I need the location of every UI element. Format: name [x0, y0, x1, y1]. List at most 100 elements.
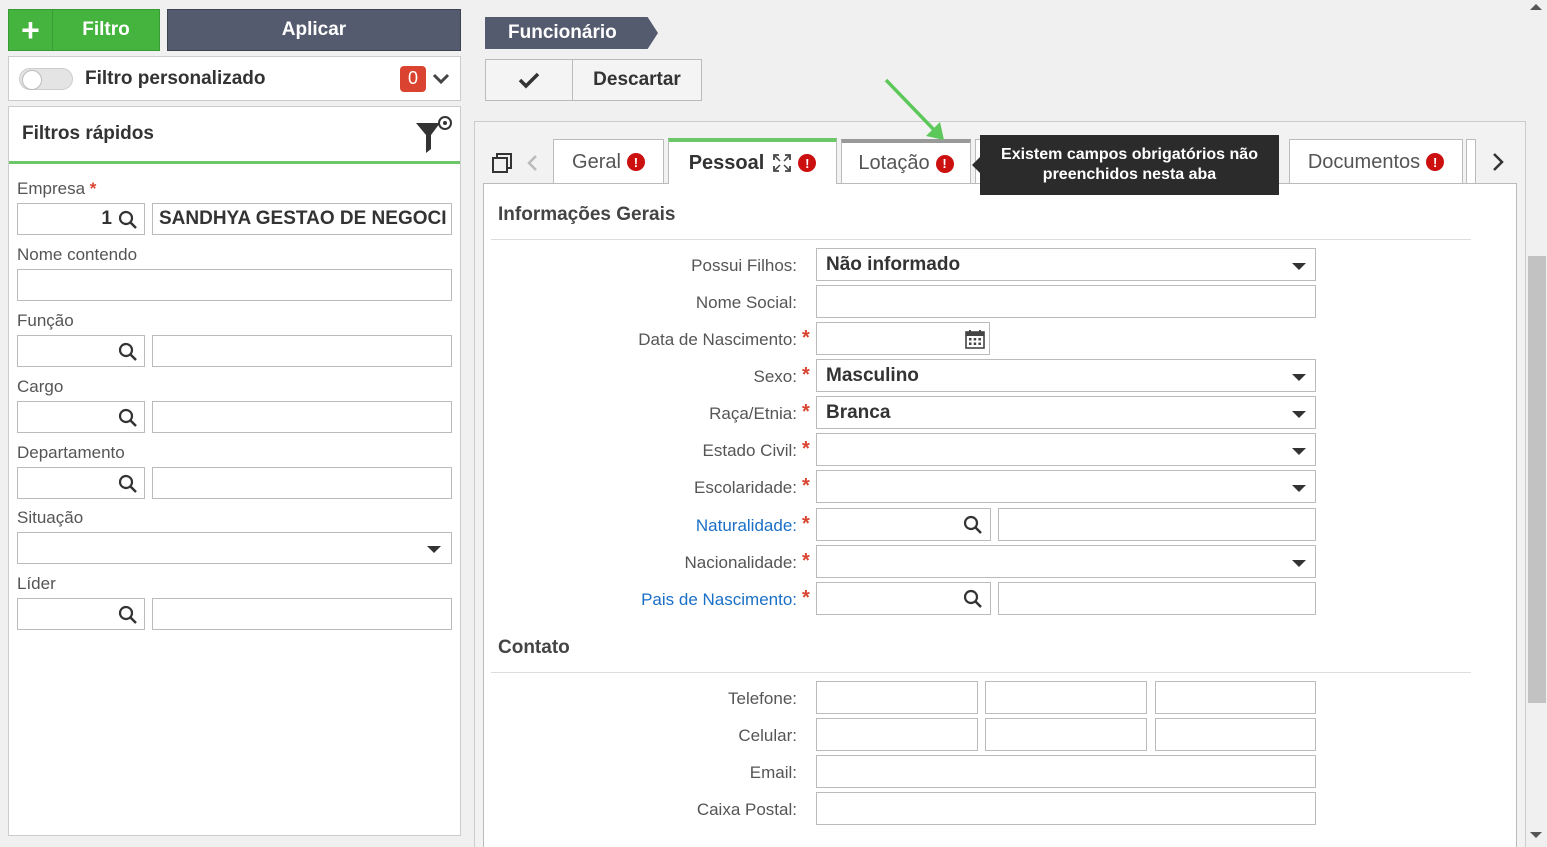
nome-contendo-input[interactable]: [17, 269, 452, 301]
telefone-ddd-input[interactable]: [985, 681, 1147, 714]
required-fields-tooltip: Existem campos obrigatórios não preenchi…: [972, 135, 1279, 195]
telefone-label: Telefone:: [728, 689, 797, 708]
departamento-label: Departamento: [17, 443, 125, 462]
empresa-code: 1: [101, 208, 112, 229]
sexo-value: Masculino: [826, 365, 919, 386]
quick-filters-title: Filtros rápidos: [22, 123, 154, 144]
situacao-select[interactable]: [17, 532, 452, 564]
tab-geral-label: Geral: [572, 150, 621, 173]
copy-icon[interactable]: [492, 153, 512, 173]
empresa-code-input[interactable]: 1: [17, 203, 145, 235]
funcao-code-input[interactable]: [17, 335, 145, 367]
tab-pessoal-label: Pessoal: [688, 151, 765, 174]
discard-button[interactable]: Descartar: [572, 59, 702, 101]
raca-select[interactable]: Branca: [816, 396, 1316, 429]
naturalidade-code-input[interactable]: [816, 508, 991, 541]
data-nascimento-label: Data de Nascimento:: [638, 330, 797, 349]
possui-filhos-value: Não informado: [826, 254, 961, 275]
add-filter-button[interactable]: + Filtro: [8, 9, 160, 51]
check-icon: [518, 72, 540, 89]
caixa-postal-input[interactable]: [816, 792, 1316, 825]
nome-contendo-label: Nome contendo: [17, 245, 138, 264]
possui-filhos-select[interactable]: Não informado: [816, 248, 1316, 281]
apply-button[interactable]: Aplicar: [167, 9, 461, 51]
error-icon: !: [1426, 153, 1445, 171]
info-gerais-title: Informações Gerais: [498, 204, 676, 225]
departamento-code-input[interactable]: [17, 467, 145, 499]
custom-filter-label: Filtro personalizado: [85, 67, 266, 89]
required-mark: *: [802, 401, 810, 423]
email-input[interactable]: [816, 755, 1316, 788]
caret-down-icon: [1292, 448, 1306, 455]
caret-down-icon: [1292, 485, 1306, 492]
escolaridade-select[interactable]: [816, 470, 1316, 503]
email-label: Email:: [749, 763, 797, 782]
pais-nascimento-code-input[interactable]: [816, 582, 991, 615]
departamento-name-input[interactable]: [152, 467, 452, 499]
contato-title: Contato: [498, 637, 570, 658]
scroll-up-icon[interactable]: [1530, 4, 1542, 10]
filter-settings-icon[interactable]: [414, 115, 452, 155]
custom-filter-count-badge: 0: [400, 65, 426, 92]
nacionalidade-label: Nacionalidade:: [684, 553, 797, 572]
confirm-button[interactable]: [485, 59, 573, 101]
pais-nascimento-name-input[interactable]: [998, 582, 1316, 615]
search-icon[interactable]: [118, 408, 138, 428]
tab-controls: [492, 153, 537, 173]
annotation-arrow: [884, 78, 944, 140]
celular-ddi-input[interactable]: [816, 718, 978, 751]
required-mark: *: [802, 475, 810, 497]
chevron-left-icon[interactable]: [527, 155, 537, 171]
nome-social-input[interactable]: [816, 285, 1316, 318]
search-icon[interactable]: [963, 515, 983, 535]
raca-value: Branca: [826, 402, 891, 423]
tab-pessoal[interactable]: Pessoal !: [668, 138, 837, 184]
lider-code-input[interactable]: [17, 598, 145, 630]
estado-civil-label: Estado Civil:: [702, 441, 797, 460]
pais-nascimento-link[interactable]: Pais de Nascimento:: [641, 590, 797, 610]
funcao-name-input[interactable]: [152, 335, 452, 367]
tab-documentos[interactable]: Documentos !: [1289, 139, 1463, 184]
funcao-label: Função: [17, 311, 74, 330]
situacao-label: Situação: [17, 508, 84, 527]
calendar-icon[interactable]: [965, 329, 985, 349]
error-icon: !: [935, 154, 954, 173]
lider-name-input[interactable]: [152, 598, 452, 630]
naturalidade-link[interactable]: Naturalidade:: [696, 516, 797, 536]
nome-social-label: Nome Social:: [695, 293, 797, 312]
raca-label: Raça/Etnia:: [709, 404, 797, 423]
section-divider: [491, 672, 1471, 673]
search-icon[interactable]: [118, 605, 138, 625]
telefone-ddi-input[interactable]: [816, 681, 978, 714]
chevron-right-icon[interactable]: [1488, 150, 1508, 174]
sexo-select[interactable]: Masculino: [816, 359, 1316, 392]
tab-next-partial[interactable]: [1466, 139, 1476, 184]
cargo-name-input[interactable]: [152, 401, 452, 433]
required-mark: *: [802, 364, 810, 386]
nacionalidade-select[interactable]: [816, 545, 1316, 578]
caret-down-icon: [1292, 263, 1306, 270]
scroll-down-icon[interactable]: [1530, 832, 1542, 838]
search-icon[interactable]: [963, 589, 983, 609]
celular-label: Celular:: [738, 726, 797, 745]
chevron-down-icon[interactable]: [432, 70, 450, 88]
search-icon[interactable]: [118, 474, 138, 494]
empresa-name-input[interactable]: SANDHYA GESTAO DE NEGOCIOS: [152, 203, 452, 235]
custom-filter-toggle[interactable]: [19, 67, 73, 90]
error-icon: !: [798, 154, 817, 172]
celular-ddd-input[interactable]: [985, 718, 1147, 751]
data-nascimento-input[interactable]: [816, 322, 990, 355]
caixa-postal-label: Caixa Postal:: [696, 800, 797, 819]
estado-civil-select[interactable]: [816, 433, 1316, 466]
search-icon[interactable]: [118, 342, 138, 362]
telefone-numero-input[interactable]: [1155, 681, 1316, 714]
naturalidade-name-input[interactable]: [998, 508, 1316, 541]
expand-icon[interactable]: [772, 153, 792, 173]
tab-geral[interactable]: Geral !: [553, 139, 664, 184]
celular-numero-input[interactable]: [1155, 718, 1316, 751]
tab-documentos-label: Documentos: [1307, 150, 1421, 173]
possui-filhos-label: Possui Filhos:: [691, 256, 797, 275]
scrollbar-thumb[interactable]: [1528, 256, 1546, 703]
search-icon[interactable]: [118, 210, 138, 230]
cargo-code-input[interactable]: [17, 401, 145, 433]
